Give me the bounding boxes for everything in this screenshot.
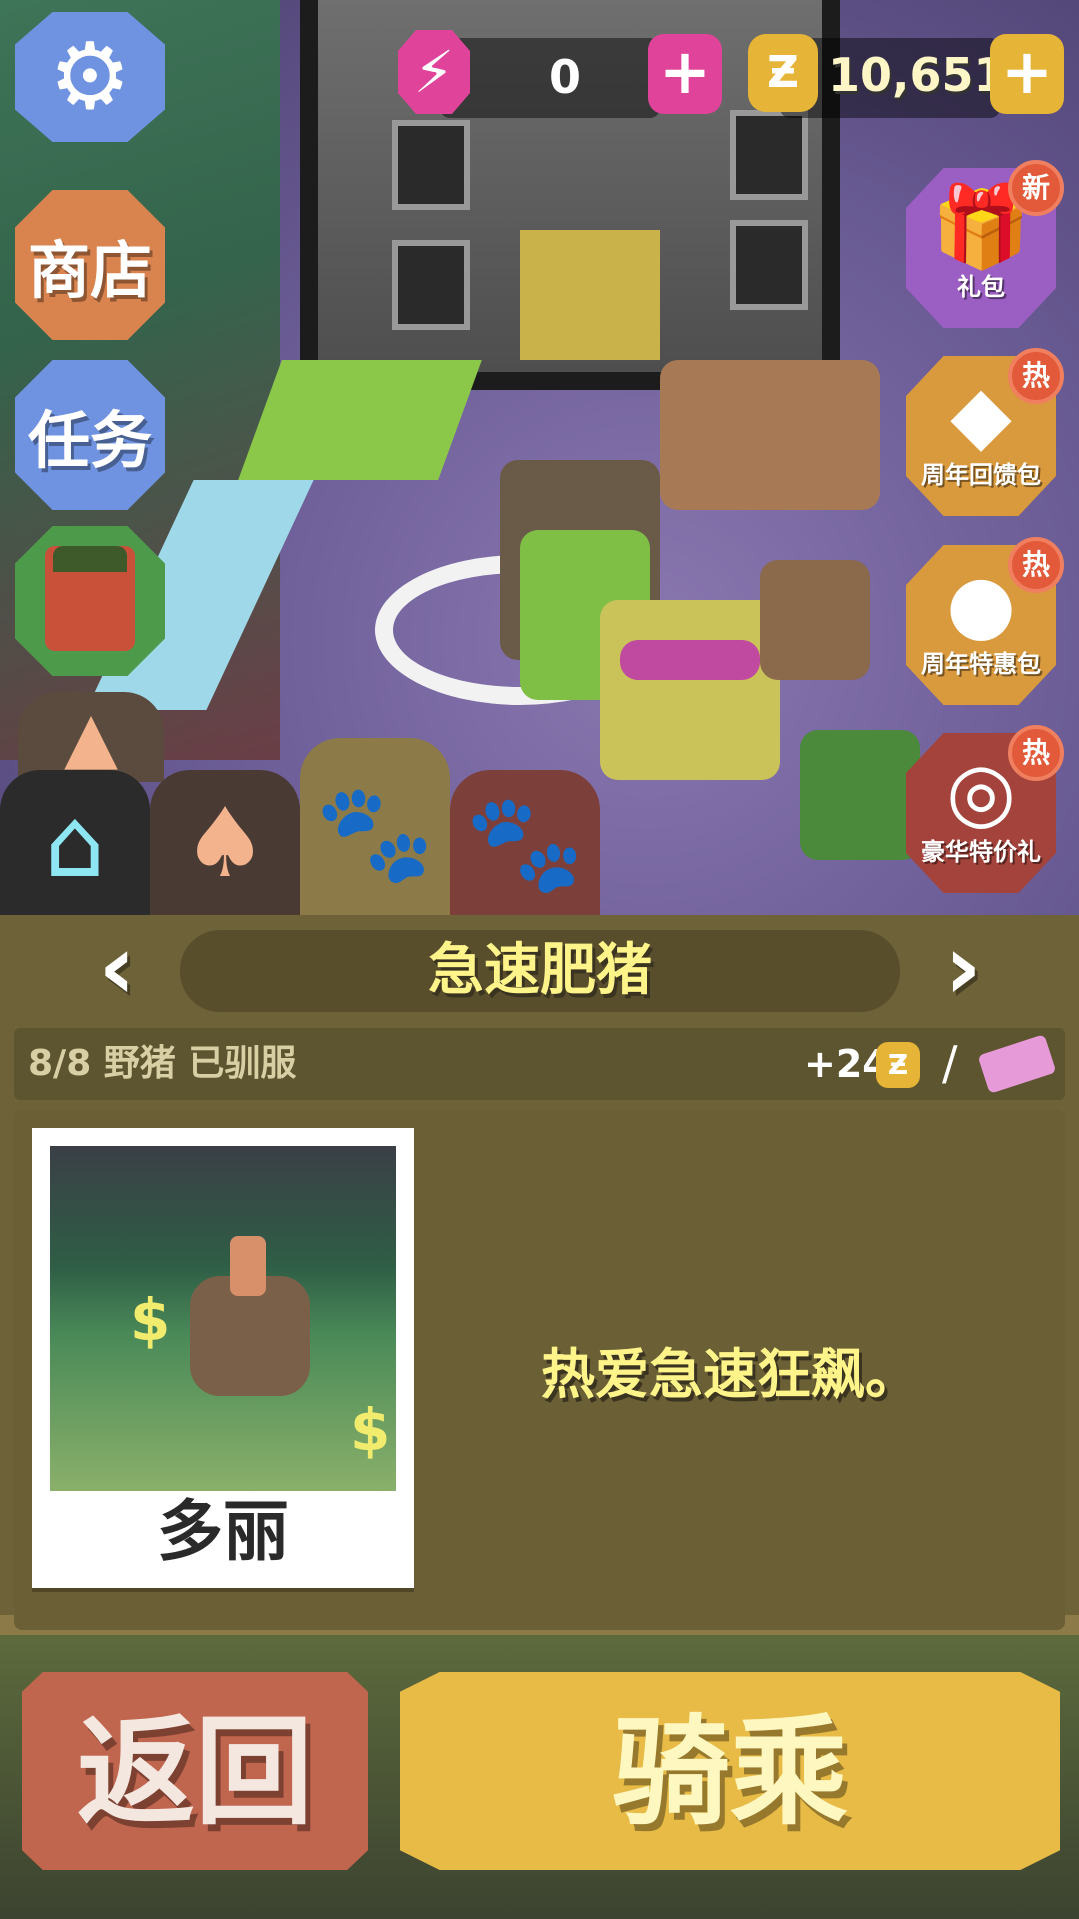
shop-label: 商店 — [27, 234, 152, 307]
back-button[interactable]: 返回 — [22, 1672, 368, 1894]
plus-icon: + — [1001, 35, 1053, 108]
paw-outline-icon: 🐾 — [465, 787, 585, 899]
scene-window — [730, 220, 808, 310]
animal-name: 多丽 — [157, 1493, 289, 1570]
animal-description: 热爱急速狂飙。 — [541, 1343, 919, 1406]
ride-button[interactable]: 骑乘 — [400, 1672, 1060, 1894]
separator: / — [942, 1036, 958, 1090]
missions-button[interactable]: 任务 — [15, 360, 165, 510]
animal — [760, 560, 870, 680]
featured-animal[interactable] — [600, 600, 780, 780]
tamed-status: 8/8 野猪 已驯服 — [28, 1043, 297, 1084]
promo-deluxe-gift[interactable]: ◎ 豪华特价礼 热 — [906, 725, 1064, 893]
promo-label: 周年回馈包 — [921, 461, 1041, 489]
missions-label: 任务 — [27, 404, 152, 477]
promo-label: 礼包 — [957, 273, 1005, 301]
hot-badge: 热 — [1008, 725, 1064, 781]
settings-button[interactable]: ⚙ — [15, 12, 165, 160]
boar-animal — [660, 360, 880, 510]
tamed-info-row: 8/8 野猪 已驯服 +24 Ƶ / — [14, 1028, 1065, 1100]
coin-icon: Ƶ — [748, 34, 818, 112]
animal-title-bar: 急速肥猪 — [180, 930, 900, 1012]
add-energy-button[interactable]: + — [648, 34, 722, 114]
paw-icon: 🐾 — [315, 777, 435, 889]
tab-home[interactable]: ⌂ — [0, 770, 150, 915]
back-label: 返回 — [76, 1703, 313, 1841]
gear-icon: ⚙ — [48, 23, 132, 130]
cowboy-hat-icon: ♠ — [181, 787, 269, 899]
promo-label: 豪华特价礼 — [921, 838, 1041, 866]
animal-photo-card: $ $ 多丽 — [32, 1128, 414, 1588]
scene-bush — [238, 360, 482, 480]
scene-window — [730, 110, 808, 200]
tab-cowboy-hat-back: ▲ — [18, 692, 164, 782]
scene-door — [520, 230, 660, 360]
plus-icon: + — [659, 35, 711, 108]
rider-on-boar — [190, 1236, 310, 1396]
scene-window — [392, 120, 470, 210]
shop-button[interactable]: 商店 — [15, 190, 165, 340]
tab-outfits[interactable]: ♠ — [150, 770, 300, 915]
add-coins-button[interactable]: + — [990, 34, 1064, 114]
promo-label: 周年特惠包 — [921, 650, 1041, 678]
coin-icon: Ƶ — [876, 1042, 920, 1088]
tab-animals[interactable]: 🐾 — [300, 738, 450, 915]
promo-anniversary-sale[interactable]: ● 周年特惠包 热 — [906, 537, 1064, 705]
tab-pets[interactable]: 🐾 — [450, 770, 600, 915]
promo-gift-pack[interactable]: 🎁 礼包 新 — [906, 160, 1064, 328]
promo-anniversary-pack[interactable]: ◆ 周年回馈包 热 — [906, 348, 1064, 516]
animal-photo: $ $ — [50, 1146, 396, 1491]
plant — [800, 730, 920, 860]
hot-badge: 热 — [1008, 537, 1064, 593]
profile-button[interactable] — [15, 526, 165, 676]
lightning-icon: ⚡ — [398, 30, 470, 114]
prev-animal-button[interactable]: ‹ — [72, 923, 162, 1013]
character-portrait — [45, 546, 135, 651]
ticket-icon — [977, 1034, 1057, 1094]
next-animal-button[interactable]: › — [918, 923, 1008, 1013]
home-icon: ⌂ — [44, 787, 106, 899]
coin-value: 10,651 — [828, 48, 1006, 102]
ride-label: 骑乘 — [611, 1703, 848, 1841]
animal-bow — [620, 640, 760, 680]
energy-value: 0 — [548, 50, 581, 104]
hot-badge: 热 — [1008, 348, 1064, 404]
new-badge: 新 — [1008, 160, 1064, 216]
scene-window — [392, 240, 470, 330]
animal-title: 急速肥猪 — [428, 938, 652, 1003]
